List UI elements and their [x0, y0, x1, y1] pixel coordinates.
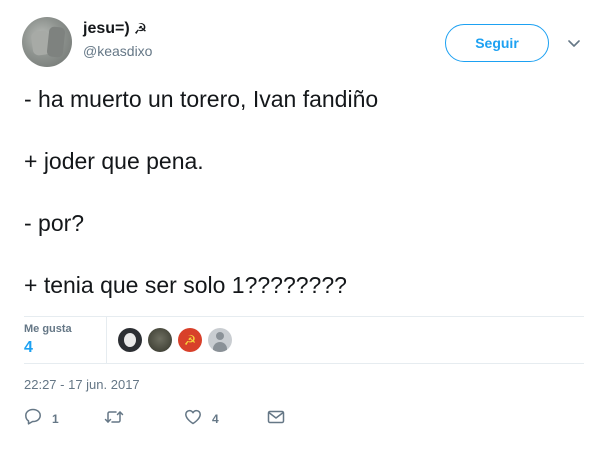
- user-avatar[interactable]: [22, 17, 72, 67]
- tweet-line: + tenia que ser solo 1????????: [24, 272, 347, 298]
- timestamp[interactable]: 22:27 - 17 jun. 2017: [24, 377, 140, 392]
- user-handle[interactable]: @keasdixo: [83, 43, 152, 59]
- reply-icon: [24, 408, 42, 430]
- reply-count: 1: [52, 412, 59, 426]
- tweet-line: - ha muerto un torero, Ivan fandiño: [24, 86, 379, 112]
- liker-avatar-1[interactable]: [118, 328, 142, 352]
- reply-button[interactable]: 1: [24, 408, 104, 430]
- divider: [106, 317, 107, 363]
- hammer-sickle-emoji: ☭: [133, 21, 148, 38]
- liker-avatars: ☭: [118, 328, 238, 352]
- tweet-line: + joder que pena.: [24, 148, 204, 174]
- liker-avatar-3[interactable]: ☭: [178, 328, 202, 352]
- display-name[interactable]: jesu=): [83, 20, 130, 38]
- likes-count: 4: [24, 339, 33, 356]
- tweet-text: - ha muerto un torero, Ivan fandiño + jo…: [24, 84, 584, 332]
- like-button[interactable]: 4: [184, 408, 267, 430]
- envelope-icon: [267, 410, 285, 429]
- liker-avatar-4[interactable]: [208, 328, 232, 352]
- tweet-stats: Me gusta 4 ☭: [24, 316, 584, 364]
- retweet-icon: [104, 409, 124, 430]
- tweet-line: - por?: [24, 210, 85, 236]
- heart-icon: [184, 409, 202, 430]
- retweet-button[interactable]: [104, 408, 184, 430]
- direct-message-button[interactable]: [267, 408, 297, 430]
- tweet-card: jesu=) ☭ @keasdixo Seguir - ha muerto un…: [0, 0, 605, 452]
- follow-button[interactable]: Seguir: [445, 24, 549, 62]
- likes-label: Me gusta: [24, 323, 72, 335]
- name-row: jesu=) ☭: [83, 20, 147, 38]
- likes-stat[interactable]: Me gusta 4: [24, 323, 106, 359]
- like-count: 4: [212, 412, 219, 426]
- liker-avatar-2[interactable]: [148, 328, 172, 352]
- action-bar: 1 4: [24, 408, 297, 430]
- chevron-down-icon[interactable]: [566, 36, 582, 52]
